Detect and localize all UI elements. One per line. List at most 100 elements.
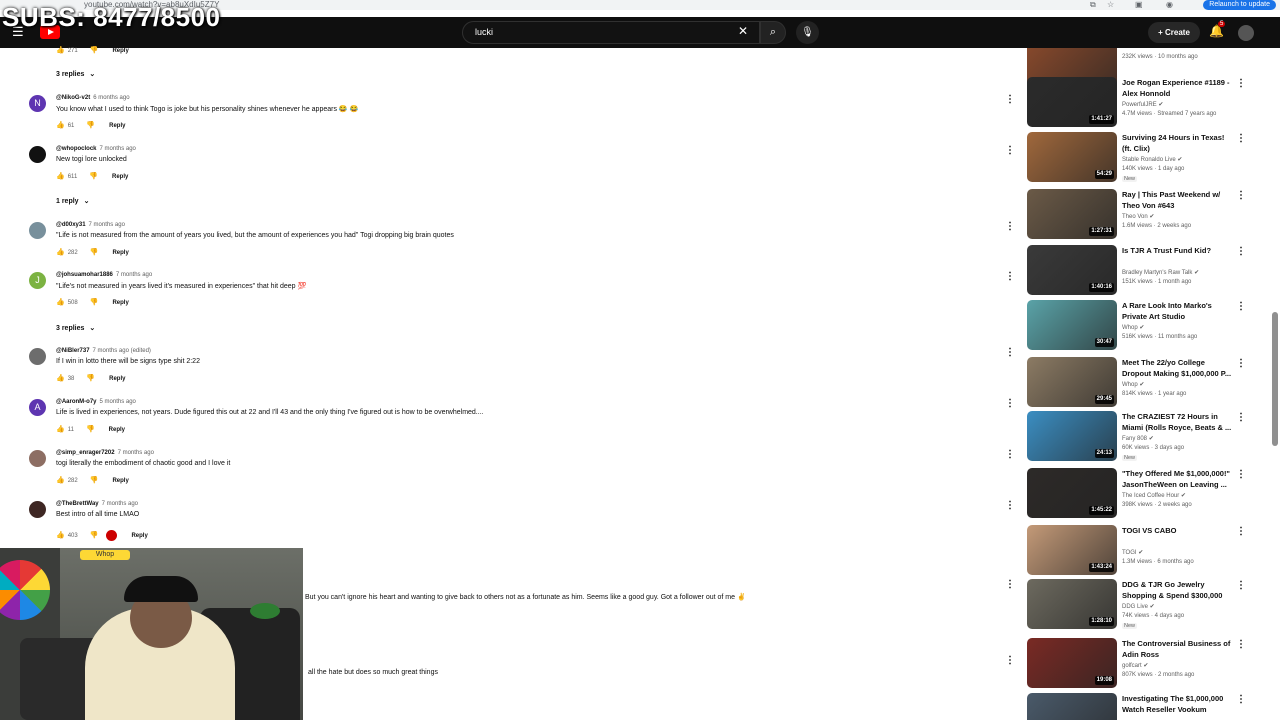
video-title[interactable]: "They Offered Me $1,000,000!" JasonTheWe… <box>1122 469 1232 490</box>
video-thumbnail[interactable] <box>1027 693 1117 720</box>
search-input[interactable]: lucki <box>462 21 760 44</box>
video-channel[interactable]: golfcart ✔ <box>1122 662 1148 669</box>
commenter-avatar[interactable] <box>29 501 46 518</box>
channel-name[interactable]: golfcart <box>1122 663 1142 669</box>
bookmark-star-icon[interactable]: ☆ <box>1107 0 1114 9</box>
search-button[interactable]: ⌕ <box>760 21 786 44</box>
commenter-avatar[interactable] <box>29 222 46 239</box>
video-more-icon[interactable]: ⋮ <box>1236 413 1246 423</box>
thumbs-up-icon[interactable]: 👍 <box>56 46 65 54</box>
video-more-icon[interactable]: ⋮ <box>1236 359 1246 369</box>
reply-button[interactable]: Reply <box>112 478 128 484</box>
channel-name[interactable]: DDG Live <box>1122 604 1148 610</box>
video-channel[interactable]: Theo Von ✔ <box>1122 213 1154 220</box>
thumbs-up-icon[interactable]: 👍 <box>56 298 65 306</box>
video-thumbnail[interactable]: 29:45 <box>1027 357 1117 407</box>
thumbs-down-icon[interactable]: 👎 <box>90 248 99 256</box>
reply-button[interactable]: Reply <box>131 533 147 539</box>
video-thumbnail[interactable]: 1:28:10 <box>1027 579 1117 629</box>
comment-more-icon[interactable]: ⋮ <box>1005 272 1015 282</box>
comment-more-icon[interactable]: ⋮ <box>1005 399 1015 409</box>
video-thumbnail[interactable]: 19:08 <box>1027 638 1117 688</box>
video-title[interactable]: TOGI VS CABO <box>1122 526 1232 537</box>
channel-name[interactable]: Fany 808 <box>1122 436 1147 442</box>
video-thumbnail[interactable]: 30:47 <box>1027 300 1117 350</box>
commenter-handle[interactable]: @AaronM-o7y <box>56 399 97 405</box>
commenter-avatar[interactable]: J <box>29 272 46 289</box>
video-thumbnail[interactable]: 1:45:22 <box>1027 468 1117 518</box>
channel-name[interactable]: Whop <box>1122 325 1138 331</box>
channel-name[interactable]: Bradley Martyn's Raw Talk <box>1122 270 1192 276</box>
video-thumbnail[interactable]: 1:27:31 <box>1027 189 1117 239</box>
channel-name[interactable]: Stable Ronaldo Live <box>1122 157 1176 163</box>
video-title[interactable]: Investigating The $1,000,000 Watch Resel… <box>1122 694 1232 715</box>
video-more-icon[interactable]: ⋮ <box>1236 470 1246 480</box>
thumbs-up-icon[interactable]: 👍 <box>56 374 65 382</box>
video-more-icon[interactable]: ⋮ <box>1236 581 1246 591</box>
video-thumbnail[interactable]: 1:40:16 <box>1027 245 1117 295</box>
thumbs-down-icon[interactable]: 👎 <box>90 476 99 484</box>
thumbs-up-icon[interactable]: 👍 <box>56 121 65 129</box>
video-more-icon[interactable]: ⋮ <box>1236 134 1246 144</box>
video-channel[interactable]: DDG Live ✔ <box>1122 603 1155 610</box>
commenter-handle[interactable]: @NikoG-v2t <box>56 95 90 101</box>
video-channel[interactable]: Whop ✔ <box>1122 381 1144 388</box>
video-title[interactable]: The Controversial Business of Adin Ross <box>1122 639 1232 660</box>
thumbs-up-icon[interactable]: 👍 <box>56 248 65 256</box>
clear-search-icon[interactable]: ✕ <box>738 24 748 38</box>
commenter-avatar[interactable] <box>29 146 46 163</box>
replies-toggle[interactable]: 1 reply ⌄ <box>56 197 89 205</box>
video-channel[interactable]: PowerfulJRE ✔ <box>1122 101 1163 108</box>
video-title[interactable]: Ray | This Past Weekend w/ Theo Von #643 <box>1122 190 1232 211</box>
video-more-icon[interactable]: ⋮ <box>1236 640 1246 650</box>
video-thumbnail[interactable]: 54:29 <box>1027 132 1117 182</box>
account-avatar[interactable] <box>1238 25 1254 41</box>
reply-button[interactable]: Reply <box>109 376 125 382</box>
comment-more-icon[interactable]: ⋮ <box>1005 146 1015 156</box>
video-more-icon[interactable]: ⋮ <box>1236 527 1246 537</box>
create-button[interactable]: + Create <box>1148 22 1200 43</box>
video-channel[interactable]: Stable Ronaldo Live ✔ <box>1122 156 1182 163</box>
commenter-avatar[interactable]: N <box>29 95 46 112</box>
thumbs-up-icon[interactable]: 👍 <box>56 476 65 484</box>
channel-name[interactable]: TOGI <box>1122 550 1137 556</box>
commenter-handle[interactable]: @johsuamohar1886 <box>56 272 113 278</box>
comment-more-icon[interactable]: ⋮ <box>1005 450 1015 460</box>
thumbs-down-icon[interactable]: 👎 <box>89 172 98 180</box>
thumbs-down-icon[interactable]: 👎 <box>86 425 95 433</box>
thumbs-up-icon[interactable]: 👍 <box>56 425 65 433</box>
comment-more-icon[interactable]: ⋮ <box>1005 95 1015 105</box>
video-channel[interactable]: The Iced Coffee Hour ✔ <box>1122 492 1186 499</box>
video-thumbnail[interactable]: 1:41:27 <box>1027 77 1117 127</box>
thumbs-up-icon[interactable]: 👍 <box>56 172 65 180</box>
tab-search-icon[interactable]: ▣ <box>1135 0 1143 9</box>
thumbs-down-icon[interactable]: 👎 <box>86 121 95 129</box>
comment-more-icon[interactable]: ⋮ <box>1005 222 1015 232</box>
reply-button[interactable]: Reply <box>109 427 125 433</box>
video-thumbnail[interactable]: 24:13 <box>1027 411 1117 461</box>
thumbs-down-icon[interactable]: 👎 <box>90 46 99 54</box>
commenter-handle[interactable]: @TheBrettWay <box>56 501 99 507</box>
commenter-avatar[interactable] <box>29 450 46 467</box>
video-channel[interactable]: TOGI ✔ <box>1122 549 1143 556</box>
thumbs-down-icon[interactable]: 👎 <box>90 531 99 539</box>
comment-more-icon[interactable]: ⋮ <box>1005 580 1015 590</box>
video-thumbnail[interactable]: 1:43:24 <box>1027 525 1117 575</box>
video-more-icon[interactable]: ⋮ <box>1236 79 1246 89</box>
commenter-avatar[interactable] <box>29 348 46 365</box>
video-more-icon[interactable]: ⋮ <box>1236 302 1246 312</box>
reply-button[interactable]: Reply <box>109 123 125 129</box>
reply-button[interactable]: Reply <box>112 250 128 256</box>
replies-toggle[interactable]: 3 replies ⌄ <box>56 70 95 78</box>
video-title[interactable]: Is TJR A Trust Fund Kid? <box>1122 246 1232 257</box>
video-channel[interactable]: Fany 808 ✔ <box>1122 435 1154 442</box>
reply-button[interactable]: Reply <box>112 48 128 54</box>
video-channel[interactable]: Whop ✔ <box>1122 324 1144 331</box>
extension-icon[interactable]: ⧉ <box>1090 0 1096 10</box>
voice-search-button[interactable]: 🎙 <box>796 21 819 44</box>
commenter-avatar[interactable]: A <box>29 399 46 416</box>
comment-more-icon[interactable]: ⋮ <box>1005 348 1015 358</box>
channel-name[interactable]: Theo Von <box>1122 214 1148 220</box>
commenter-handle[interactable]: @whopoclock <box>56 146 97 152</box>
relaunch-button[interactable]: Relaunch to update <box>1203 0 1276 10</box>
